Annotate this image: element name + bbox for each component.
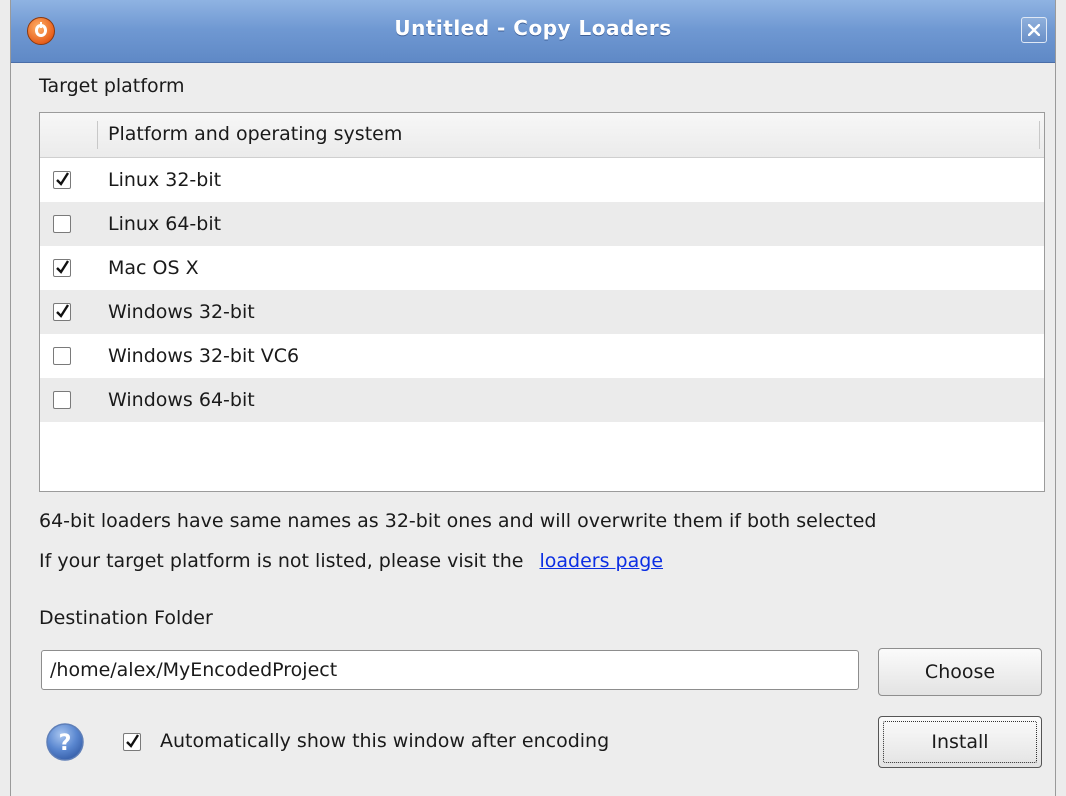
row-label: Mac OS X — [108, 257, 199, 279]
row-label: Windows 64-bit — [108, 389, 255, 411]
close-icon[interactable] — [1021, 17, 1047, 43]
target-platform-label: Target platform — [39, 75, 185, 97]
not-listed-note: If your target platform is not listed, p… — [39, 550, 663, 572]
row-checkbox[interactable] — [53, 303, 71, 321]
checkmark-icon — [126, 734, 140, 748]
row-checkbox[interactable] — [53, 171, 71, 189]
help-icon[interactable]: ? — [45, 722, 85, 762]
row-checkbox[interactable] — [53, 215, 71, 233]
not-listed-text: If your target platform is not listed, p… — [39, 550, 524, 572]
table-row[interactable]: Linux 32-bit — [40, 158, 1044, 202]
table-row[interactable]: Windows 32-bit VC6 — [40, 334, 1044, 378]
table-row[interactable]: Windows 64-bit — [40, 378, 1044, 422]
row-checkbox[interactable] — [53, 259, 71, 277]
table-row[interactable]: Windows 32-bit — [40, 290, 1044, 334]
row-checkbox[interactable] — [53, 347, 71, 365]
copy-loaders-dialog: Untitled - Copy Loaders Target platform … — [10, 0, 1056, 796]
title-bar[interactable]: Untitled - Copy Loaders — [11, 0, 1055, 63]
window-title: Untitled - Copy Loaders — [394, 16, 672, 40]
auto-show-checkbox[interactable] — [123, 733, 141, 751]
choose-button[interactable]: Choose — [878, 648, 1042, 696]
focus-ring — [883, 721, 1037, 763]
platform-table: Platform and operating system Linux 32-b… — [39, 112, 1045, 492]
checkmark-icon — [56, 304, 70, 318]
table-header[interactable]: Platform and operating system — [40, 113, 1044, 158]
table-row[interactable]: Mac OS X — [40, 246, 1044, 290]
checkmark-icon — [56, 260, 70, 274]
table-row[interactable]: Linux 64-bit — [40, 202, 1044, 246]
row-label: Linux 32-bit — [108, 169, 222, 191]
overwrite-warning: 64-bit loaders have same names as 32-bit… — [39, 510, 877, 532]
row-label: Windows 32-bit — [108, 301, 255, 323]
destination-folder-label: Destination Folder — [39, 607, 213, 629]
row-checkbox[interactable] — [53, 391, 71, 409]
auto-show-label: Automatically show this window after enc… — [160, 730, 610, 752]
checkmark-icon — [56, 172, 70, 186]
loaders-page-link[interactable]: loaders page — [540, 550, 664, 572]
row-label: Windows 32-bit VC6 — [108, 345, 300, 367]
install-button[interactable]: Install — [878, 716, 1042, 768]
destination-path-input[interactable] — [41, 650, 859, 690]
column-header-platform[interactable]: Platform and operating system — [108, 123, 402, 145]
svg-text:?: ? — [59, 731, 72, 756]
column-separator — [97, 121, 98, 149]
column-separator — [1039, 121, 1040, 149]
row-label: Linux 64-bit — [108, 213, 222, 235]
